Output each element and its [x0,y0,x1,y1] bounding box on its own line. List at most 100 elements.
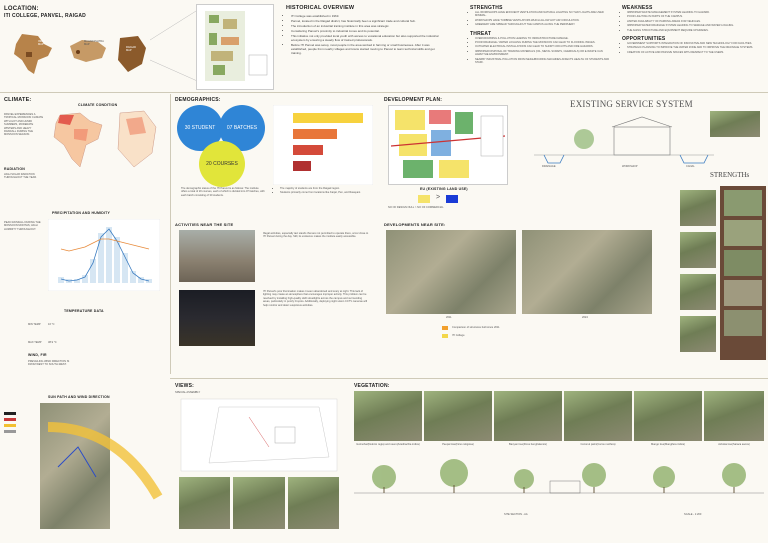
radiation-text: HIGH SOLAR RADIATION THROUGHOUT THE YEAR… [4,173,37,180]
near-site-year-2024: 2024 [582,316,588,319]
opportunity-item: CREATION OF ACTIVE AND PASSIVE SPACES WI… [627,51,764,54]
vegetation-caption-4: Coconut palm(Cocos nucifera) [580,443,616,446]
demographics-note: The majority of students are from the Ra… [280,187,370,190]
activities-title: ACTIVITIES NEAR THE SITE [175,222,234,227]
strengths-photo-strip [720,186,766,360]
activity-day-photo [179,230,255,282]
vegetation-title: VEGETATION: [354,383,390,389]
demographics-note: Students primarily come from locations l… [280,191,370,194]
near-site-image-2024 [522,230,652,314]
historical-title: HISTORICAL OVERVIEW [286,5,355,11]
historical-overview-panel: HISTORICAL OVERVIEW ITI College was esta… [286,5,446,56]
legend-swatch-iti [442,334,448,338]
vegetation-panel: VEGETATION: Gulmohar(Delonix regia) and … [354,383,764,539]
service-label-canal: CANAL [686,165,695,168]
min-temp-value: 16 °C [48,323,55,326]
greater-than-symbol: > [436,194,441,201]
vegetation-photo-5 [634,391,702,441]
historical-point: Considering Panvel's proximity to indust… [291,29,446,33]
vegetation-photo-6 [704,391,764,441]
views-title: VIEWS: [175,383,194,389]
development-plan-map [388,105,508,185]
sun-path-legend [4,409,34,469]
threat-item: POOR DRAINAGE / WATER LOGGING DURING THE… [475,41,610,44]
india-map-label: INDIA MAP [38,40,45,47]
land-use-title: EU (EXISTING LAND USE) [420,187,468,191]
raigad-climate-map [117,110,157,168]
precipitation-title: PRECIPITATION AND HUMIDITY [52,211,111,215]
site-plan-thumbnail [196,4,274,90]
historical-point: Panvel, located in the Raigad district, … [291,19,446,23]
student-origin-chart [273,105,373,185]
courses-circle: 20 COURSES [199,141,245,187]
raigad-map-label: RAIGAD MAP [126,46,136,53]
near-site-year-2011: 2011 [446,316,452,319]
opportunity-item: STRATEGIC PLANNING TO IMPROVE THE WATER … [627,46,764,49]
historical-points: ITI College was established in 1963. Pan… [286,14,446,55]
students-circle-label: 30 STUDENT [184,125,216,131]
min-temp-label: MIN TEMP [28,323,41,326]
vegetation-photo-3 [494,391,562,441]
threat-list: OVERCROWDING & POLLUTION LEADING TO INFR… [470,37,610,65]
historical-point: ITI College was established in 1963. [291,14,446,18]
development-plan-caption: NO OF DESIGN NULL > NO OF COMMERCIAL [388,206,444,209]
service-title: EXISTING SERVICE SYSTEM [570,99,693,109]
threat-item: OVERCROWDING & POLLUTION LEADING TO INFR… [475,37,610,40]
vegetation-caption-3: Banyan tree(Ficus benghalensis) [509,443,547,446]
threat-item: NEARBY INDUSTRIAL POLLUTION FROM NEIGHBO… [475,58,610,65]
batches-circle-label: 07 BATCHES [226,125,258,131]
legend-structures: Comparison of structures built since 201… [452,326,500,329]
vegetation-caption-5: Mango tree(Mangifera indica) [651,443,685,446]
site-section-drawing [354,459,764,494]
commercial-swatch [446,195,458,203]
near-site-panel: DEVELOPMENTS NEAR SITE: 2011 2024 Compar… [384,222,674,342]
sun-path-arc [47,422,163,500]
strength-item: GREENERY ARE SPREAD THROUGHOUT THE CAMPU… [475,23,610,26]
max-temp-label: MAX TEMP [28,341,42,344]
activities-panel: ACTIVITIES NEAR THE SITE Illegal activit… [175,222,375,352]
left-divider [170,94,171,374]
demographics-panel: DEMOGRAPHICS: 30 STUDENT 07 BATCHES 20 C… [175,97,375,217]
opportunity-item: GOVERNMENT SUPPORTS INTEGRATION OF INNOV… [627,42,764,45]
views-panel: VIEWS: SPECIAL ASSEMBLY [175,383,345,535]
opportunities-list: GOVERNMENT SUPPORTS INTEGRATION OF INNOV… [622,42,764,54]
climate-map [53,112,103,168]
development-plan-title: DEVELOPMENT PLAN: [384,97,443,103]
legend-swatch-structures [442,326,448,330]
weakness-panel: WEAKNESS IMPROPER WASTE MANAGEMENT SYSTE… [622,5,764,55]
strengths-photo-column [680,190,716,360]
views-site-plan [180,398,338,472]
activity-night-photo [179,290,255,346]
historical-point: Before ITI Panvel was setup, most people… [291,43,446,55]
threat-item: IMPROPER DISPOSAL OF TRAINING MATERIALS … [475,50,610,57]
service-label-workshop: WORKSHOP [622,165,638,168]
demographics-title: DEMOGRAPHICS: [175,97,221,103]
strength-item: ALL WORKSHOPS HAVE EFFICIENT VENTILATION… [475,11,610,18]
radiation-title: RADIATION [4,167,25,171]
climate-map-title: CLIMATE CONDITION [78,103,118,107]
near-site-image-2011 [386,230,516,314]
vegetation-photo-1 [354,391,422,441]
service-label-drainage: DRAINAGE [542,165,556,168]
top-divider [0,92,768,93]
climate-intro: PANVEL EXPERIENCES A TROPICAL MONSOON CL… [4,113,44,137]
weakness-item: POOR LIGHTING IN PARTS OF THE CAMPUS. [627,15,764,18]
courses-circle-label: 20 COURSES [206,161,238,167]
strengths-panel: STRENGTHS ALL WORKSHOPS HAVE EFFICIENT V… [470,5,610,65]
activities-night-text: ITI Panvel's poor illumination makes it … [263,290,368,307]
vegetation-caption-6: Ashoka tree(Saraca asoca) [718,443,750,446]
weakness-item: IMPROPER WASTE MANAGEMENT SYSTEM LEADING… [627,11,764,14]
india-map [14,34,52,74]
scale-label: SCALE - 1:200 [684,513,702,516]
precipitation-text: PEAK RAINFALL DURING THE MONSOON MONTHS;… [4,221,41,231]
wind-title: WIND, FIR [28,353,47,357]
views-subtitle: SPECIAL ASSEMBLY [175,391,201,394]
demographics-note-left: The demographic status of the ITI Panvel… [181,187,265,197]
development-plan-panel: DEVELOPMENT PLAN: EU (EXISTING LAND USE)… [384,97,524,217]
wind-text: PREVAILING WIND DIRECTION IS FROM WEST T… [28,360,70,367]
weakness-item: IMPROPER WATER DRAINAGE SYSTEM LEADING T… [627,24,764,27]
site-section-label: SITE SECTION - AA [504,513,528,516]
weakness-item: THE AGING STRUCTURE AND EQUIPMENT REQUIR… [627,29,764,32]
max-temp-value: 38.9 °C [48,341,57,344]
sun-path-title: SUN PATH AND WIND DIRECTION [48,395,110,399]
